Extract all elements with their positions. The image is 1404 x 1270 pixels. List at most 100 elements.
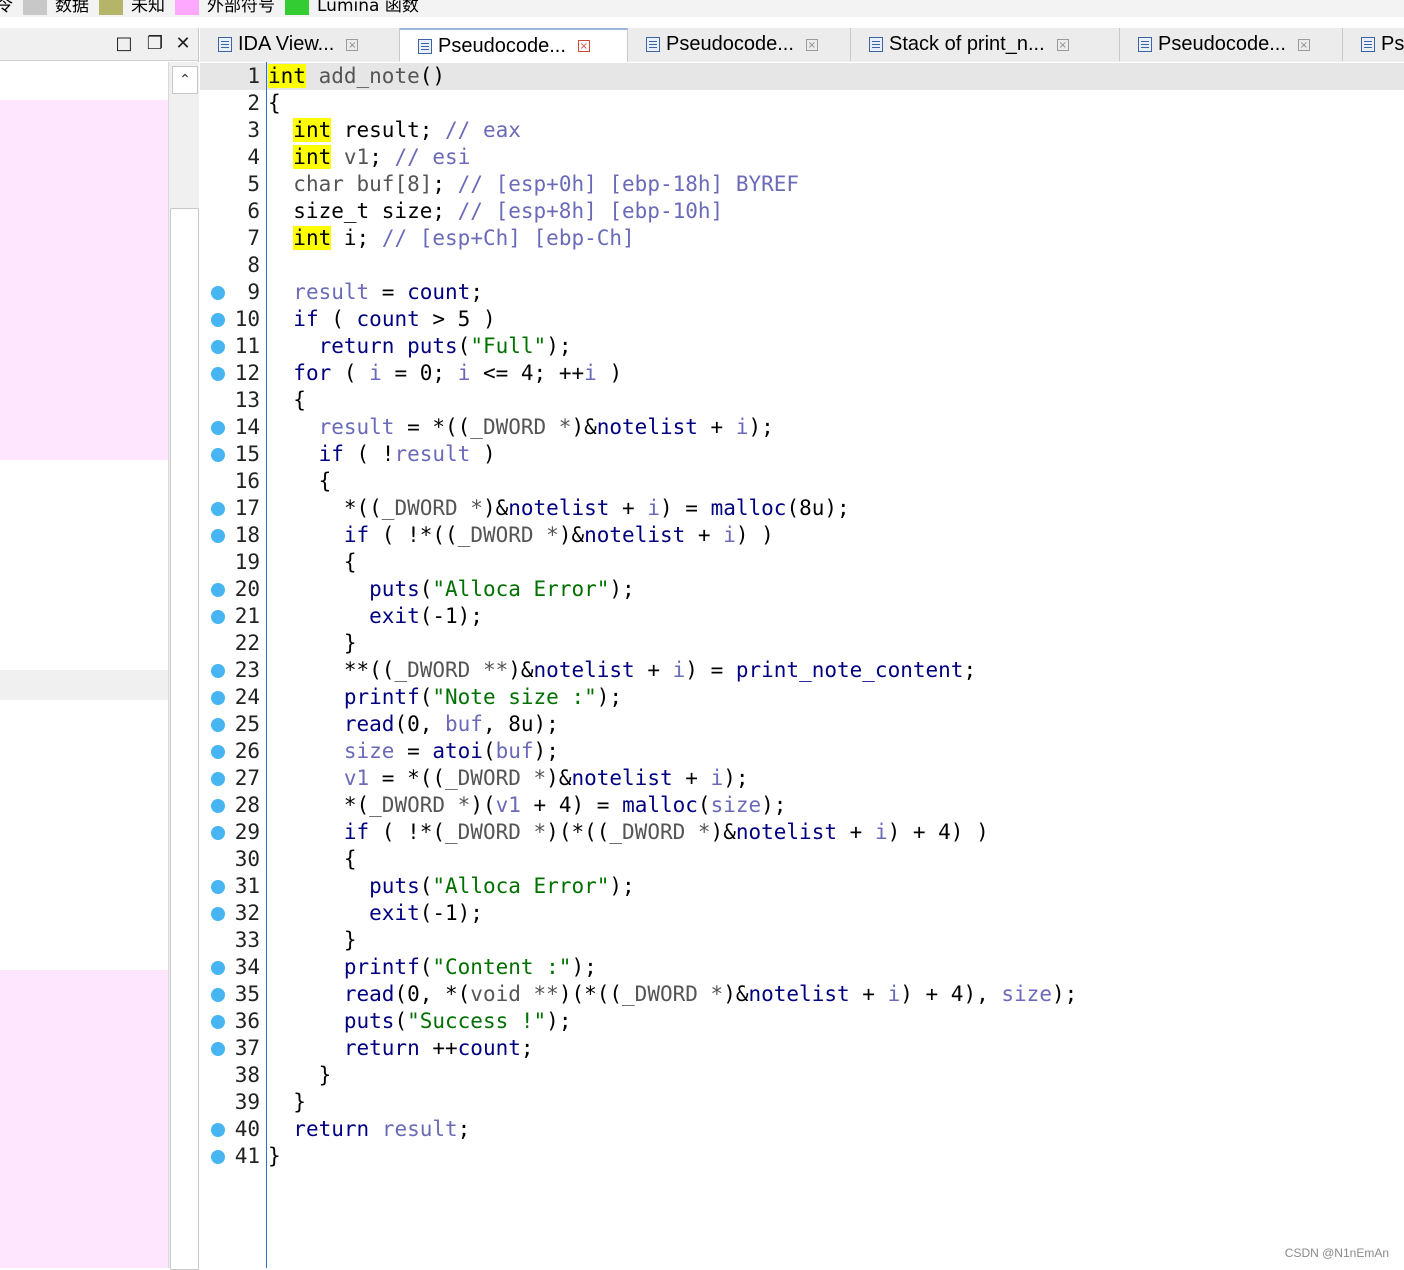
- code-token: size_t size;: [268, 199, 458, 223]
- code-line[interactable]: 11 return puts("Full");: [200, 333, 1404, 360]
- code-line[interactable]: 24 printf("Note size :");: [200, 684, 1404, 711]
- code-token: +: [609, 496, 648, 520]
- tab-4[interactable]: Stack of print_n... ×: [851, 28, 1120, 61]
- code-text: if ( !*((_DWORD *)&notelist + i) ): [268, 522, 774, 549]
- code-line[interactable]: 25 read(0, buf, 8u);: [200, 711, 1404, 738]
- code-token: puts: [343, 1009, 395, 1033]
- tab-2[interactable]: Pseudocode... ×: [400, 28, 628, 62]
- line-number: 20: [234, 577, 260, 601]
- code-line[interactable]: 28 *(_DWORD *)(v1 + 4) = malloc(size);: [200, 792, 1404, 819]
- code-token: return: [343, 1036, 420, 1060]
- code-line[interactable]: 29 if ( !*(_DWORD *)(*((_DWORD *)&noteli…: [200, 819, 1404, 846]
- line-number: 10: [234, 307, 260, 331]
- code-line[interactable]: 4 int v1; // esi: [200, 144, 1404, 171]
- code-token: _DWORD *: [470, 415, 572, 439]
- code-token: i: [672, 658, 686, 682]
- code-token: read: [343, 712, 395, 736]
- pseudocode-view[interactable]: 1 int add_note() 2{3 int result; // eax 4 i…: [200, 62, 1404, 1268]
- code-line[interactable]: 9 result = count;: [200, 279, 1404, 306]
- code-line[interactable]: 27 v1 = *((_DWORD *)&notelist + i);: [200, 765, 1404, 792]
- code-token: i: [647, 496, 660, 520]
- code-line[interactable]: 13 {: [200, 387, 1404, 414]
- code-token: // [esp+Ch] [ebp-Ch]: [381, 226, 635, 250]
- code-line[interactable]: 8: [200, 252, 1404, 279]
- code-line[interactable]: 35 read(0, *(void **)(*((_DWORD *)&notel…: [200, 981, 1404, 1008]
- code-token: )&: [723, 982, 749, 1006]
- code-line[interactable]: 20 puts("Alloca Error");: [200, 576, 1404, 603]
- code-line[interactable]: 37 return ++count;: [200, 1035, 1404, 1062]
- code-token: ( !*(: [369, 820, 446, 844]
- tab-6[interactable]: Ps: [1343, 28, 1404, 61]
- code-line[interactable]: 6 size_t size; // [esp+8h] [ebp-10h]: [200, 198, 1404, 225]
- code-line[interactable]: 17 *((_DWORD *)&notelist + i) = malloc(8…: [200, 495, 1404, 522]
- code-line[interactable]: 39 }: [200, 1089, 1404, 1116]
- code-line[interactable]: 19 {: [200, 549, 1404, 576]
- tab-label: IDA View...: [238, 33, 335, 55]
- code-text: puts("Alloca Error");: [268, 576, 635, 603]
- code-line[interactable]: 5 char buf[8]; // [esp+0h] [ebp-18h] BYR…: [200, 171, 1404, 198]
- code-line[interactable]: 7 int i; // [esp+Ch] [ebp-Ch]: [200, 225, 1404, 252]
- code-line[interactable]: 31 puts("Alloca Error");: [200, 873, 1404, 900]
- scroll-thumb[interactable]: [170, 208, 199, 1270]
- code-line[interactable]: 15 if ( !result ): [200, 441, 1404, 468]
- code-token: _DWORD *: [381, 496, 483, 520]
- code-line[interactable]: 38 }: [200, 1062, 1404, 1089]
- restore-icon[interactable]: ❐: [144, 32, 166, 54]
- code-token: int: [293, 118, 332, 142]
- left-scrollbar[interactable]: ⌃: [168, 62, 199, 1270]
- code-line[interactable]: 1 int add_note(): [200, 63, 1404, 90]
- code-line[interactable]: 10 if ( count > 5 ): [200, 306, 1404, 333]
- code-token: count: [457, 1036, 521, 1060]
- line-number: 29: [234, 820, 260, 844]
- code-line[interactable]: 34 printf("Content :");: [200, 954, 1404, 981]
- code-line[interactable]: 2{: [200, 90, 1404, 117]
- code-line[interactable]: 18 if ( !*((_DWORD *)&notelist + i) ): [200, 522, 1404, 549]
- code-line[interactable]: 26 size = atoi(buf);: [200, 738, 1404, 765]
- close-icon[interactable]: ✕: [172, 32, 194, 54]
- code-text: exit(-1);: [268, 900, 483, 927]
- code-text: *((_DWORD *)&notelist + i) = malloc(8u);: [268, 495, 850, 522]
- code-line[interactable]: 12 for ( i = 0; i <= 4; ++i ): [200, 360, 1404, 387]
- code-token: (: [419, 874, 433, 898]
- code-text: result = count;: [268, 279, 483, 306]
- tab-3[interactable]: Pseudocode... ×: [628, 28, 851, 61]
- code-text: puts("Alloca Error");: [268, 873, 635, 900]
- legend-item: Lumina 函数: [285, 0, 419, 17]
- tab-1[interactable]: IDA View... ×: [200, 28, 400, 61]
- code-line[interactable]: 14 result = *((_DWORD *)&notelist + i);: [200, 414, 1404, 441]
- line-number: 40: [234, 1117, 260, 1141]
- code-text: return ++count;: [268, 1035, 534, 1062]
- code-token: , 8u);: [482, 712, 559, 736]
- code-line[interactable]: 32 exit(-1);: [200, 900, 1404, 927]
- code-line[interactable]: 21 exit(-1);: [200, 603, 1404, 630]
- list-band-selected: [0, 670, 168, 700]
- tab-close-icon[interactable]: ×: [805, 38, 818, 51]
- list-band-external: [0, 970, 168, 1268]
- code-line[interactable]: 41}: [200, 1143, 1404, 1170]
- function-list[interactable]: [0, 62, 168, 1268]
- tab-close-icon[interactable]: ×: [346, 38, 359, 51]
- code-line[interactable]: 30 {: [200, 846, 1404, 873]
- chevron-up-icon[interactable]: ⌃: [172, 66, 198, 94]
- code-token: puts: [369, 874, 420, 898]
- code-text: if ( !result ): [268, 441, 496, 468]
- tab-close-icon[interactable]: ×: [577, 40, 590, 52]
- code-line[interactable]: 33 }: [200, 927, 1404, 954]
- code-text: puts("Success !");: [268, 1008, 572, 1035]
- maximize-icon[interactable]: □: [113, 32, 135, 54]
- code-line[interactable]: 40 return result;: [200, 1116, 1404, 1143]
- code-line[interactable]: 23 **((_DWORD **)&notelist + i) = print_…: [200, 657, 1404, 684]
- tab-5[interactable]: Pseudocode... ×: [1120, 28, 1343, 61]
- line-number: 26: [234, 739, 260, 763]
- tab-close-icon[interactable]: ×: [1297, 38, 1310, 51]
- code-line[interactable]: 22 }: [200, 630, 1404, 657]
- code-line[interactable]: 36 puts("Success !");: [200, 1008, 1404, 1035]
- legend-swatch: [285, 0, 309, 15]
- code-line[interactable]: 16 {: [200, 468, 1404, 495]
- tab-close-icon[interactable]: ×: [1056, 38, 1069, 51]
- line-number: 35: [234, 982, 260, 1006]
- code-line[interactable]: 3 int result; // eax: [200, 117, 1404, 144]
- line-number: 24: [234, 685, 260, 709]
